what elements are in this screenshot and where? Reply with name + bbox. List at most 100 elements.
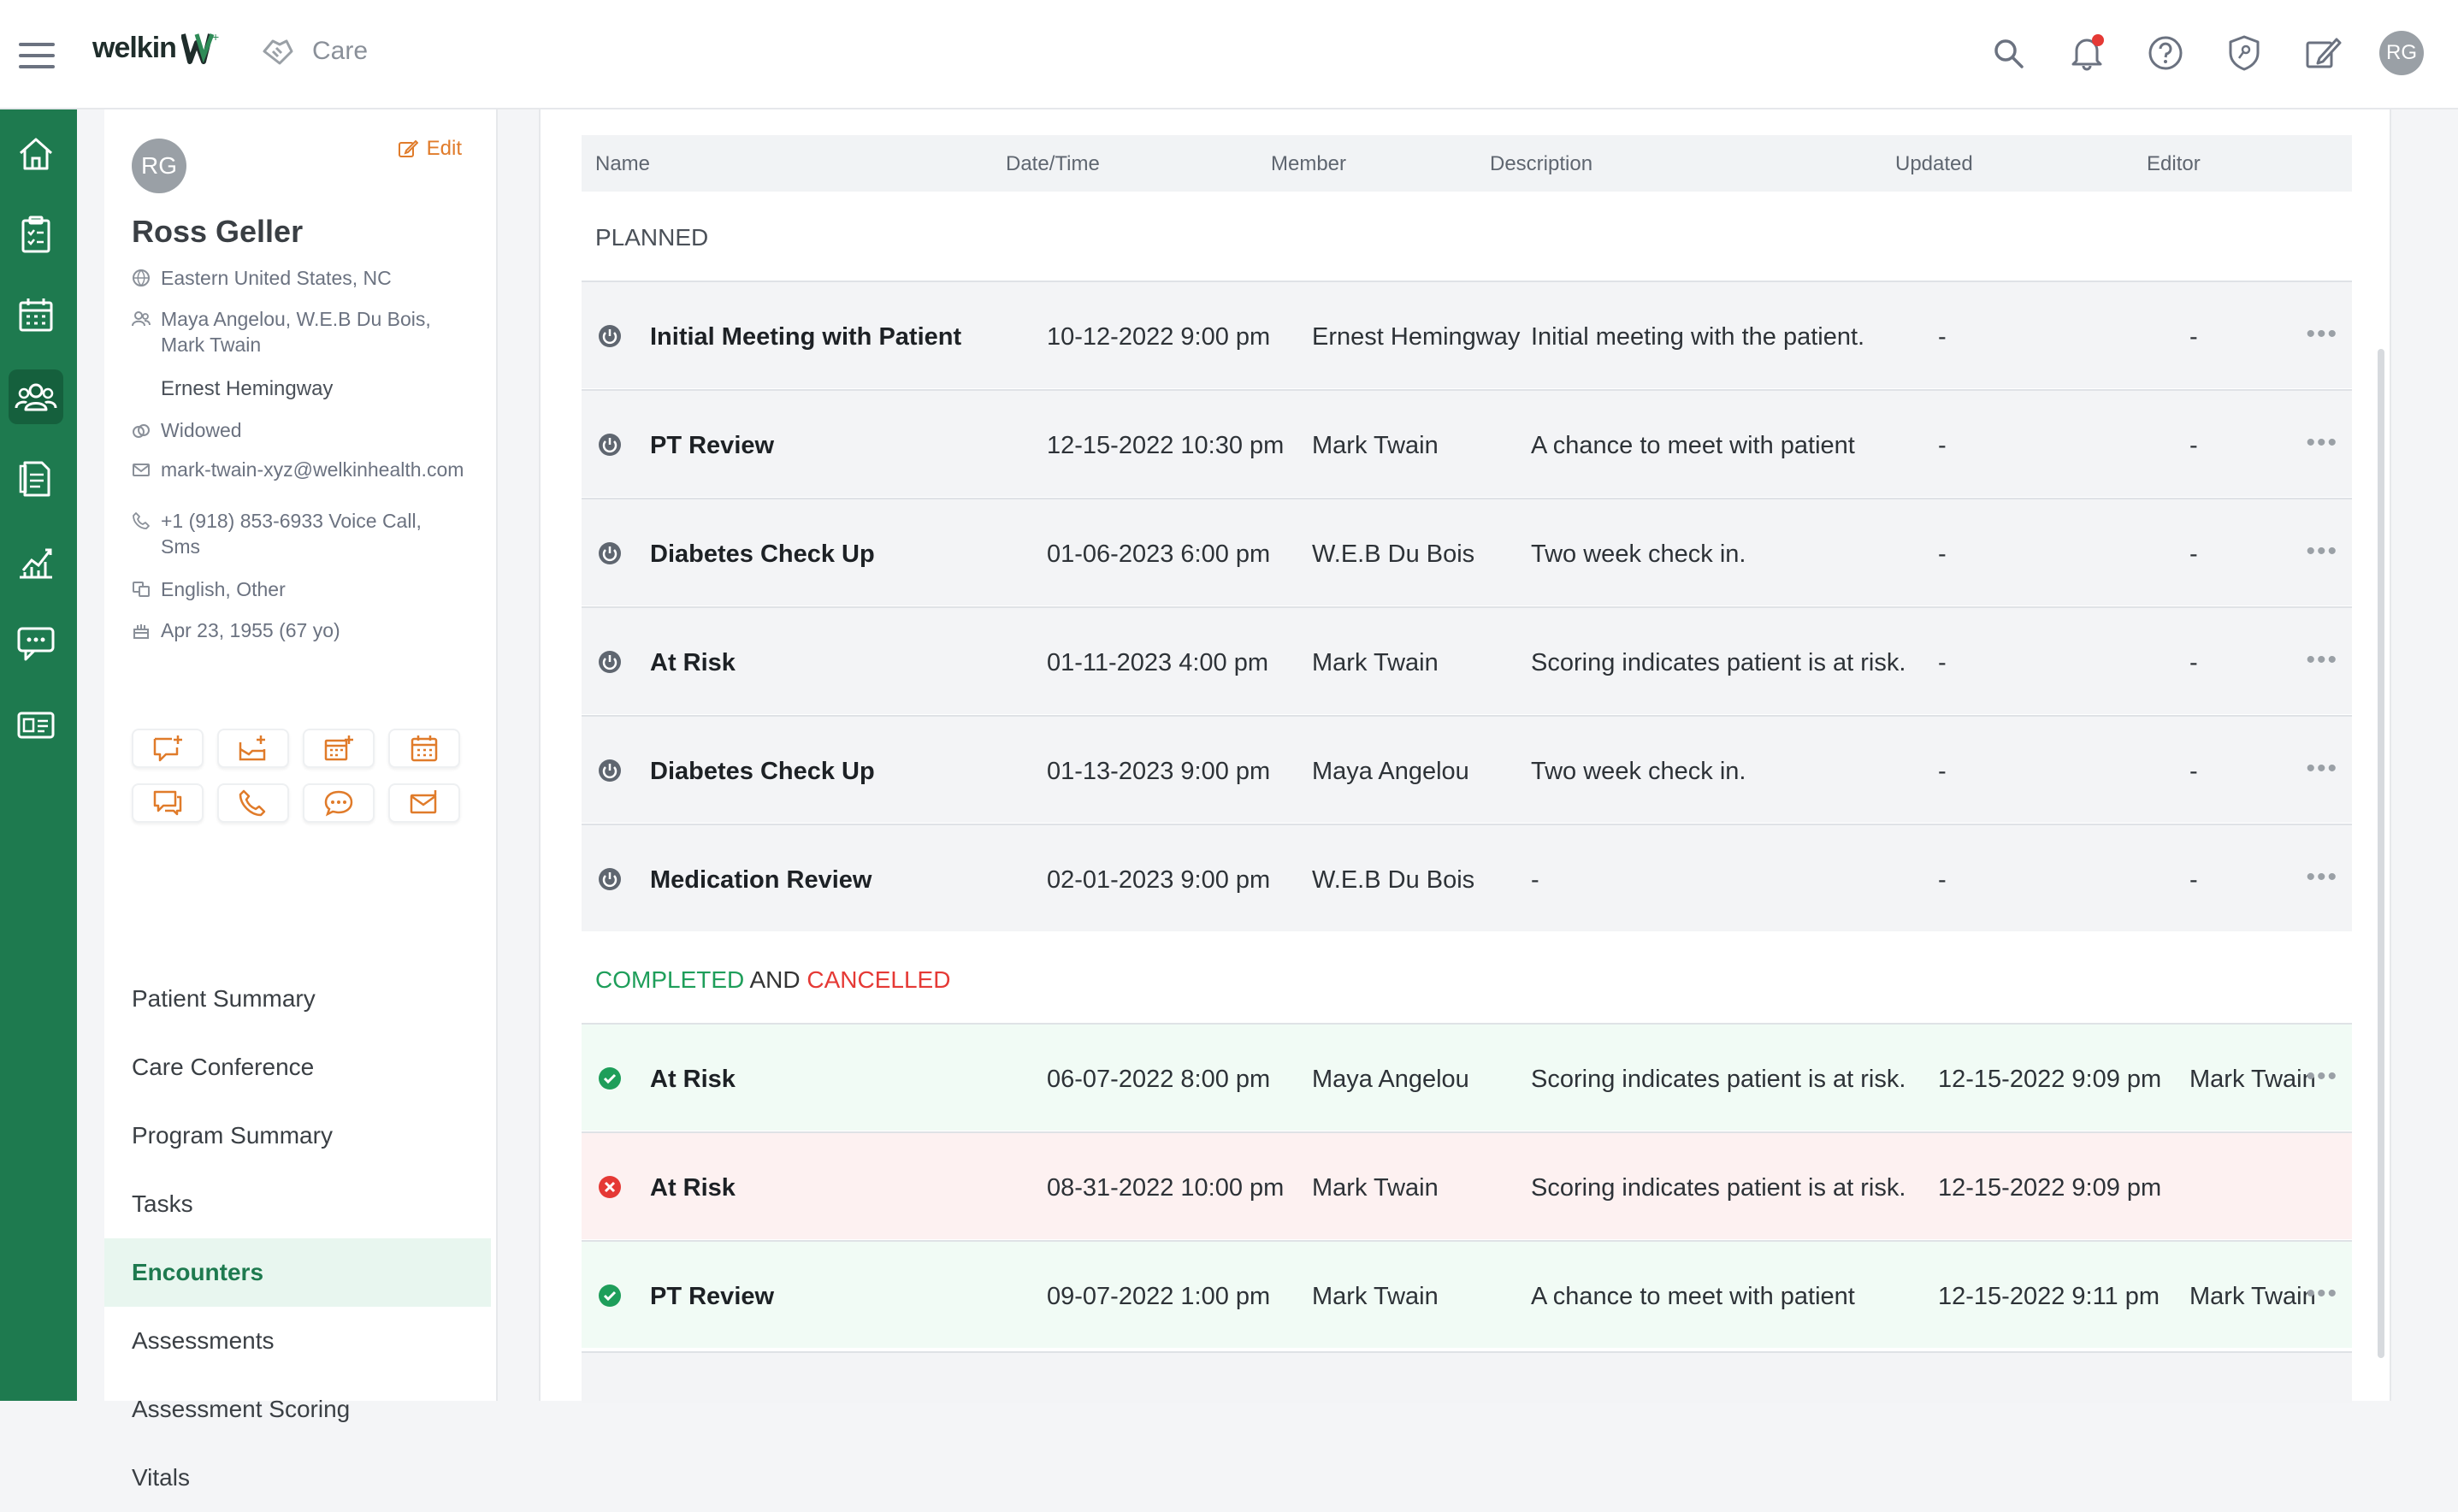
cell-member: W.E.B Du Bois [1312, 540, 1475, 568]
table-row-partial [582, 1351, 2352, 1403]
new-message-button[interactable] [217, 729, 289, 768]
more-options-icon[interactable]: ••• [2306, 320, 2338, 349]
help-icon[interactable] [2143, 31, 2188, 75]
id-card-icon[interactable] [9, 698, 63, 753]
provider-text: Ernest Hemingway [161, 377, 334, 400]
marital-row: Widowed [132, 417, 242, 443]
table-row[interactable]: Initial Meeting with Patient 10-12-2022 9… [582, 281, 2352, 388]
patients-group-icon[interactable] [9, 369, 63, 424]
schedule-button[interactable] [388, 729, 460, 768]
cell-editor: - [2189, 540, 2198, 568]
encounter-name[interactable]: Medication Review [650, 866, 872, 895]
table-row[interactable]: At Risk 01-11-2023 4:00 pm Mark Twain Scori… [582, 606, 2352, 714]
logo-w-icon: + [180, 31, 219, 64]
cell-member: Mark Twain [1312, 1283, 1439, 1310]
table-row[interactable]: Medication Review 02-01-2023 9:00 pm W.E.B… [582, 824, 2352, 931]
cell-editor: - [2189, 866, 2198, 894]
home-icon[interactable] [9, 127, 63, 181]
cell-updated: - [1938, 649, 1947, 676]
menu-patient-summary[interactable]: Patient Summary [104, 965, 491, 1033]
sms-button[interactable] [303, 783, 375, 823]
search-icon[interactable] [1986, 31, 2030, 75]
cell-updated: - [1938, 540, 1947, 568]
chat-button[interactable] [132, 783, 204, 823]
cell-member: Maya Angelou [1312, 1066, 1469, 1093]
email-button[interactable] [388, 783, 460, 823]
new-note-button[interactable] [132, 729, 204, 768]
family-line-1: Maya Angelou, W.E.B Du Bois, [161, 308, 431, 330]
cell-datetime: 01-13-2023 9:00 pm [1047, 758, 1271, 785]
new-event-button[interactable] [303, 729, 375, 768]
col-editor[interactable]: Editor [2147, 152, 2201, 176]
documents-icon[interactable] [9, 452, 63, 506]
care-module-tab[interactable]: Care [261, 34, 368, 68]
table-row[interactable]: PT Review 09-07-2022 1:00 pm Mark Twain A c… [582, 1240, 2352, 1348]
user-avatar[interactable]: RG [2379, 31, 2424, 75]
planned-status-icon [597, 323, 623, 349]
menu-vitals[interactable]: Vitals [104, 1444, 491, 1512]
cell-editor: Mark Twain [2189, 1283, 2316, 1310]
scrollbar[interactable] [2378, 349, 2384, 1358]
add-calendar-icon [324, 735, 353, 761]
encounter-name[interactable]: At Risk [650, 1174, 736, 1202]
security-shield-icon[interactable] [2222, 31, 2266, 75]
col-description[interactable]: Description [1490, 152, 1592, 176]
cell-description: Scoring indicates patient is at risk. [1531, 649, 1906, 676]
more-options-icon[interactable]: ••• [2306, 1062, 2338, 1091]
messages-chat-icon[interactable] [9, 616, 63, 670]
more-options-icon[interactable]: ••• [2306, 1279, 2338, 1308]
menu-program-summary[interactable]: Program Summary [104, 1102, 491, 1170]
phone-line-1[interactable]: +1 (918) 853-6933 Voice Call, [161, 508, 422, 534]
planned-status-icon [597, 540, 623, 566]
analytics-chart-icon[interactable] [9, 534, 63, 588]
table-row[interactable]: Diabetes Check Up 01-13-2023 9:00 pm Maya … [582, 715, 2352, 823]
dob-row: Apr 23, 1955 (67 yo) [132, 617, 340, 643]
encounter-name[interactable]: Diabetes Check Up [650, 540, 875, 569]
email-envelope-icon [410, 790, 437, 814]
people-icon [132, 311, 151, 327]
cell-datetime: 01-06-2023 6:00 pm [1047, 540, 1271, 568]
call-button[interactable] [217, 783, 289, 823]
and-word: AND [749, 966, 801, 993]
menu-encounters[interactable]: Encounters [104, 1238, 491, 1307]
more-options-icon[interactable]: ••• [2306, 754, 2338, 783]
menu-tasks[interactable]: Tasks [104, 1170, 491, 1238]
calendar-icon[interactable] [9, 287, 63, 342]
hamburger-menu-icon[interactable] [19, 43, 55, 68]
family-row: Maya Angelou, W.E.B Du Bois, Mark Twain [132, 306, 431, 357]
cell-updated: - [1938, 758, 1947, 785]
more-options-icon[interactable]: ••• [2306, 428, 2338, 458]
menu-assessment-scoring[interactable]: Assessment Scoring [104, 1375, 491, 1444]
edit-icon [398, 139, 418, 157]
phone-icon [133, 512, 150, 529]
col-name[interactable]: Name [595, 152, 650, 176]
patient-panel: RG Edit Ross Geller Eastern United State… [104, 109, 498, 1491]
col-member[interactable]: Member [1271, 152, 1346, 176]
more-options-icon[interactable]: ••• [2306, 537, 2338, 566]
table-row[interactable]: At Risk 08-31-2022 10:00 pm Mark Twain Scor… [582, 1131, 2352, 1239]
notifications-bell-icon[interactable] [2065, 31, 2109, 75]
encounter-name[interactable]: PT Review [650, 432, 774, 460]
table-row[interactable]: At Risk 06-07-2022 8:00 pm Maya Angelou Sco… [582, 1023, 2352, 1131]
checklist-clipboard-icon[interactable] [9, 207, 63, 262]
table-header: Name Date/Time Member Description Update… [582, 135, 2352, 192]
col-datetime[interactable]: Date/Time [1006, 152, 1100, 176]
table-row[interactable]: PT Review 12-15-2022 10:30 pm Mark Twain A … [582, 389, 2352, 497]
encounter-name[interactable]: At Risk [650, 649, 736, 677]
table-row[interactable]: Diabetes Check Up 01-06-2023 6:00 pm W.E.B… [582, 498, 2352, 605]
encounter-name[interactable]: At Risk [650, 1066, 736, 1094]
menu-assessments[interactable]: Assessments [104, 1307, 491, 1375]
logo[interactable]: welkin + [92, 31, 221, 65]
edit-patient-button[interactable]: Edit [398, 137, 462, 161]
email-text[interactable]: mark-twain-xyz@welkinhealth.com [161, 457, 464, 482]
menu-care-conference[interactable]: Care Conference [104, 1033, 491, 1102]
cell-editor: - [2189, 758, 2198, 785]
more-options-icon[interactable]: ••• [2306, 863, 2338, 892]
encounter-name[interactable]: Diabetes Check Up [650, 758, 875, 786]
encounter-name[interactable]: PT Review [650, 1283, 774, 1311]
cell-updated: 12-15-2022 9:11 pm [1938, 1283, 2160, 1310]
more-options-icon[interactable]: ••• [2306, 646, 2338, 675]
encounter-name[interactable]: Initial Meeting with Patient [650, 323, 961, 351]
col-updated[interactable]: Updated [1895, 152, 1973, 176]
notes-edit-icon[interactable] [2301, 31, 2345, 75]
